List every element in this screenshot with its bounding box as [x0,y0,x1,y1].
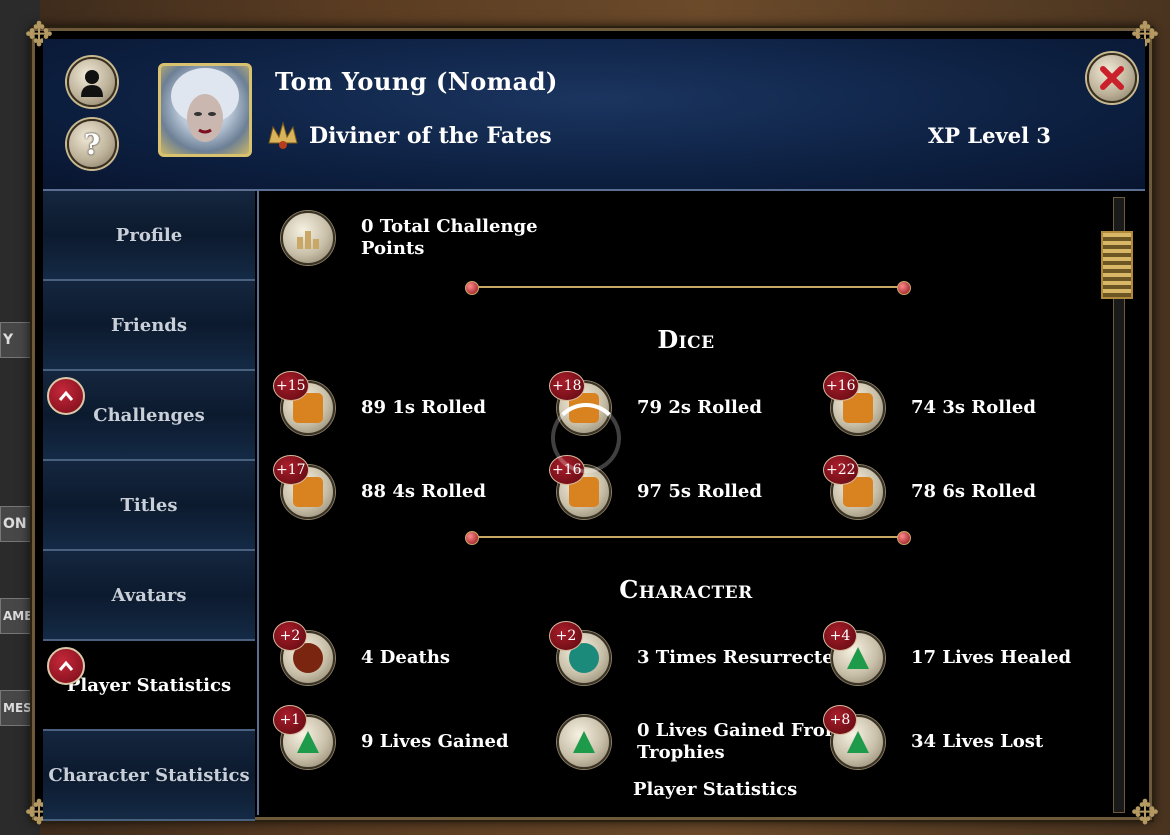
profile-button[interactable] [67,57,117,107]
resurrection-icon: +2 [549,621,611,685]
stat-item: +22 78 6s Rolled [823,455,1036,519]
stat-item: +2 4 Deaths [273,621,451,685]
background-strip: ON [0,506,34,542]
sidebar-item-label: Character Statistics [48,764,250,786]
plus-badge: +2 [549,621,583,651]
sidebar-divider [257,191,259,815]
sidebar-item-label: Avatars [111,584,187,606]
player-title-row: Diviner of the Fates [265,121,552,151]
close-x-icon [1100,66,1124,90]
die-icon: +15 [273,371,335,435]
section-title-character: Character [619,575,753,604]
plus-badge: +15 [273,371,309,401]
stat-item: 0 Lives Gained From Trophies [557,715,844,769]
plus-badge: +16 [823,371,859,401]
stat-label: 89 1s Rolled [361,397,486,418]
sidebar-item-label: Titles [120,494,178,516]
chevron-up-icon [58,660,74,671]
background-strip: AMES [0,598,34,634]
sidebar-item-titles[interactable]: Titles [43,461,255,551]
xp-level: XP Level 3 [928,123,1051,148]
sidebar-item-challenges[interactable]: Challenges [43,371,255,461]
life-cone-icon [557,715,611,769]
die-icon: +22 [823,455,885,519]
plus-badge: +22 [823,455,859,485]
total-points-stat: 0 Total Challenge Points [281,211,538,265]
plus-badge: +1 [273,705,307,735]
avatar[interactable] [158,63,252,157]
life-cone-icon: +4 [823,621,885,685]
stat-item: +16 97 5s Rolled [549,455,762,519]
trophy-icon [281,211,335,265]
stat-label: 97 5s Rolled [637,481,762,502]
sidebar-item-player-statistics[interactable]: Player Statistics [43,641,255,731]
sidebar-item-friends[interactable]: Friends [43,281,255,371]
statistics-content: 0 Total Challenge Points Dice +15 89 1s … [261,191,1111,791]
life-cone-icon: +1 [273,705,335,769]
stat-label: 0 Lives Gained From Trophies [637,720,844,763]
profile-header: ? Tom Young (Nomad) Diviner of the Fates… [43,39,1145,191]
sidebar-item-label: Profile [115,224,183,246]
player-name: Tom Young (Nomad) [275,67,558,96]
footer-label: Player Statistics [633,779,798,800]
background-strip: MES [0,690,34,726]
scrollbar-thumb[interactable] [1101,231,1133,299]
die-icon: +17 [273,455,335,519]
section-title-dice: Dice [657,325,715,354]
stat-item: +17 88 4s Rolled [273,455,486,519]
sidebar-item-label: Player Statistics [66,674,232,696]
plus-badge: +2 [273,621,307,651]
stat-label: 3 Times Resurrected [637,647,847,668]
section-divider [465,281,911,295]
stat-item: +4 17 Lives Healed [823,621,1072,685]
chevron-up-icon [58,390,74,401]
sidebar-item-profile[interactable]: Profile [43,191,255,281]
stat-item: +16 74 3s Rolled [823,371,1036,435]
sidebar-item-avatars[interactable]: Avatars [43,551,255,641]
stat-item: +2 3 Times Resurrected [549,621,847,685]
plus-badge: +18 [549,371,585,401]
stat-label: 9 Lives Gained [361,731,509,752]
stat-item: +1 9 Lives Gained [273,705,509,769]
notification-badge [47,377,85,415]
life-cone-icon: +8 [823,705,885,769]
sidebar-item-label: Challenges [93,404,205,426]
plus-badge: +4 [823,621,857,651]
player-dialog: ✥ ✥ ✥ ✥ ? Tom Young (Nomad) Diviner of t… [25,15,1160,833]
stat-label: 4 Deaths [361,647,451,668]
stat-label: 0 Total Challenge Points [361,216,538,259]
plus-badge: +17 [273,455,309,485]
stat-item: +15 89 1s Rolled [273,371,486,435]
die-icon: +16 [549,455,611,519]
die-icon: +16 [823,371,885,435]
stat-label: 78 6s Rolled [911,481,1036,502]
stat-label: 88 4s Rolled [361,481,486,502]
question-icon: ? [83,127,101,161]
avatar-portrait-icon [171,68,239,142]
stat-label: 34 Lives Lost [911,731,1044,752]
loading-spinner-icon [551,403,621,473]
stat-item: +8 34 Lives Lost [823,705,1044,769]
stat-label: 79 2s Rolled [637,397,762,418]
stat-label: 17 Lives Healed [911,647,1072,668]
stat-label: 74 3s Rolled [911,397,1036,418]
sidebar-item-character-statistics[interactable]: Character Statistics [43,731,255,821]
crown-icon [268,121,298,149]
player-title: Diviner of the Fates [309,123,552,149]
sidebar: Profile Friends Challenges Titles Avatar… [43,191,257,821]
silhouette-icon [81,70,103,97]
close-button[interactable] [1087,53,1137,103]
skull-icon: +2 [273,621,335,685]
corner-ornament-icon: ✥ [1130,793,1160,833]
notification-badge [47,647,85,685]
help-button[interactable]: ? [67,119,117,169]
section-divider [465,531,911,545]
sidebar-item-label: Friends [110,314,188,336]
background-strip: Y [0,322,34,358]
plus-badge: +8 [823,705,857,735]
